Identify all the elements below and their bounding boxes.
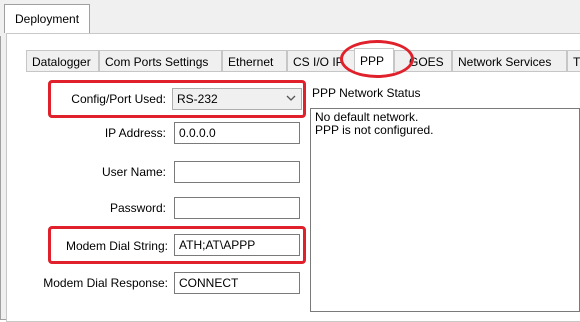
tab-goes[interactable]: GOES [394, 50, 452, 72]
tab-datalogger[interactable]: Datalogger [26, 50, 99, 72]
ppp-network-status-title: PPP Network Status [312, 86, 421, 100]
tab-ethernet[interactable]: Ethernet [222, 50, 287, 72]
ip-address-label: IP Address: [104, 126, 166, 140]
tab-ppp[interactable]: PPP [354, 48, 394, 73]
tab-deployment[interactable]: Deployment [4, 4, 91, 33]
modem-dial-string-label: Modem Dial String: [65, 239, 168, 253]
tab-network-services[interactable]: Network Services [452, 50, 567, 72]
tab-com-ports-settings[interactable]: Com Ports Settings [99, 50, 222, 72]
modem-dial-response-label: Modem Dial Response: [43, 276, 168, 290]
config-port-value: RS-232 [177, 92, 218, 106]
chevron-down-icon [286, 95, 296, 101]
user-name-input[interactable] [174, 161, 300, 183]
password-input[interactable] [174, 197, 300, 219]
modem-dial-response-input[interactable]: CONNECT [174, 272, 300, 294]
config-port-select[interactable]: RS-232 [172, 88, 302, 110]
tab-overflow[interactable]: T [567, 50, 580, 72]
tab-cs-io-ip[interactable]: CS I/O IP [287, 50, 357, 72]
modem-dial-string-input[interactable]: ATH;AT\APPP [174, 234, 300, 256]
ppp-network-status-box: No default network. PPP is not configure… [310, 108, 580, 312]
user-name-label: User Name: [101, 165, 166, 179]
status-line: PPP is not configured. [315, 123, 434, 137]
ip-address-input[interactable]: 0.0.0.0 [174, 122, 300, 144]
config-port-label: Config/Port Used: [71, 92, 166, 106]
password-label: Password: [109, 201, 166, 215]
